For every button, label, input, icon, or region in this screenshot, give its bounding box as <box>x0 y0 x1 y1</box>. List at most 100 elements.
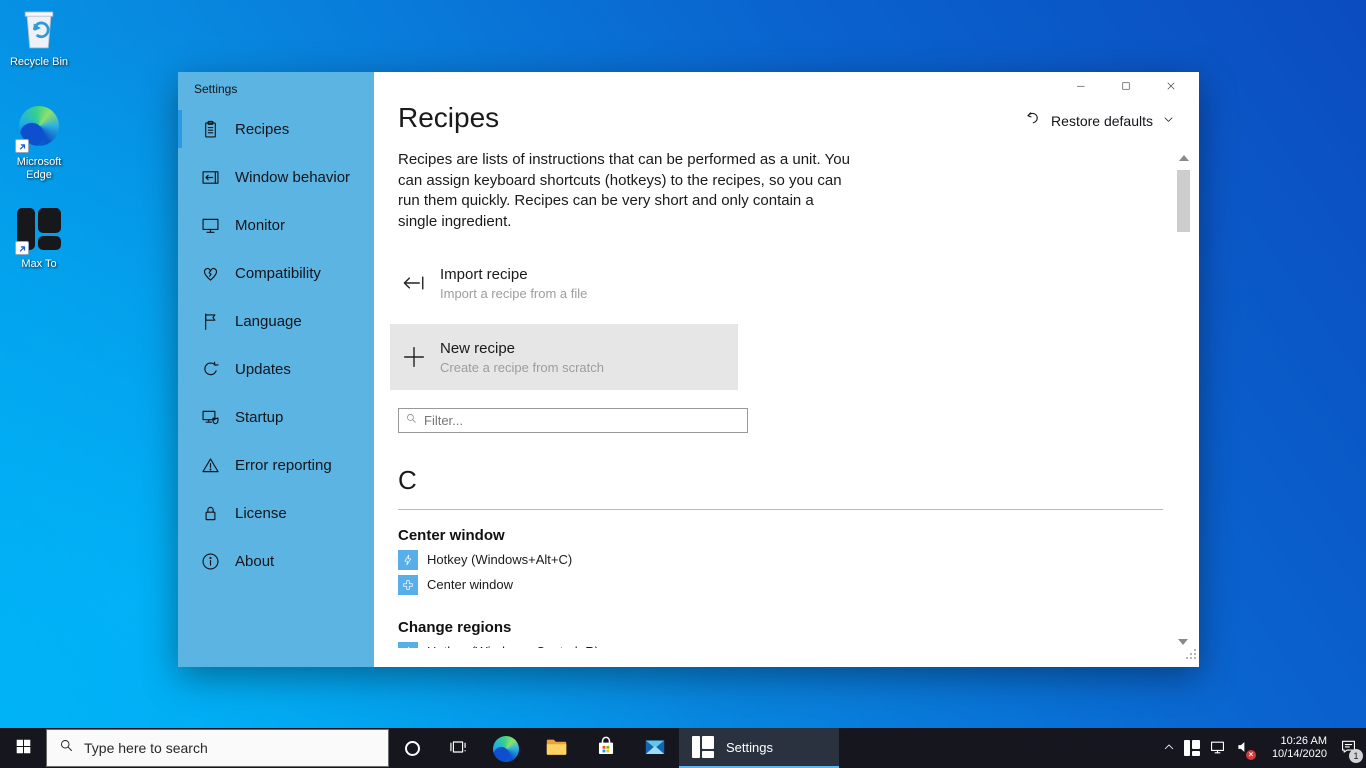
hotkey-icon <box>398 549 418 570</box>
task-view-icon <box>448 737 468 760</box>
task-view-button[interactable] <box>435 728 481 768</box>
tray-volume-button[interactable]: × <box>1235 738 1256 760</box>
taskbar-app-label: Settings <box>726 739 773 755</box>
sidebar-item-label: Updates <box>235 360 291 378</box>
restore-defaults-label: Restore defaults <box>1051 112 1153 129</box>
edge-icon <box>493 736 519 762</box>
recipe-group-change-regions: Change regions Hotkey (Windows+Control+R) <box>398 619 1163 648</box>
section-letter: C <box>398 465 417 495</box>
desktop-icon-max-to[interactable]: Max To <box>3 206 75 271</box>
window-title: Settings <box>194 82 238 96</box>
plus-icon <box>399 343 429 371</box>
sidebar-item-window-behavior[interactable]: Window behavior <box>178 153 374 201</box>
start-button[interactable] <box>0 728 46 768</box>
sidebar-item-recipes[interactable]: Recipes <box>178 105 374 153</box>
taskbar-clock[interactable]: 10:26 AM 10/14/2020 <box>1265 735 1327 761</box>
sidebar-item-language[interactable]: Language <box>178 297 374 345</box>
scrollbar-thumb[interactable] <box>1177 170 1190 232</box>
import-recipe-button[interactable]: Import recipe Import a recipe from a file <box>390 250 738 316</box>
clock-time: 10:26 AM <box>1280 735 1327 747</box>
settings-window: Settings Recipes Window behavior Monitor Co… <box>178 72 1199 667</box>
sidebar-item-label: About <box>235 552 275 570</box>
page-title: Recipes <box>398 102 500 133</box>
scroll-up-arrow[interactable] <box>1178 155 1189 161</box>
store-button[interactable] <box>581 728 631 768</box>
desktop-icon-label: Microsoft Edge <box>16 156 62 181</box>
action-subtitle: Import a recipe from a file <box>440 285 588 301</box>
new-recipe-button[interactable]: New recipe Create a recipe from scratch <box>390 324 738 390</box>
restore-defaults-button[interactable]: Restore defaults <box>1024 110 1175 131</box>
desktop-icon-recycle-bin[interactable]: Recycle Bin <box>3 6 75 69</box>
windows-logo-icon <box>15 738 32 758</box>
sidebar-item-label: License <box>235 504 287 522</box>
shortcut-arrow-icon <box>15 241 29 255</box>
recipe-step-label: Center window <box>427 577 513 592</box>
maxto-app-icon <box>692 736 714 758</box>
filter-box <box>398 408 748 433</box>
tray-chevron-up-button[interactable] <box>1162 740 1176 757</box>
action-subtitle: Create a recipe from scratch <box>440 359 605 375</box>
recipe-name: Center window <box>398 527 505 544</box>
taskbar-search <box>46 729 389 767</box>
file-explorer-button[interactable] <box>531 728 581 768</box>
edge-icon <box>15 106 62 153</box>
close-button[interactable] <box>1148 72 1193 102</box>
heart-icon <box>198 261 222 285</box>
page-description: Recipes are lists of instructions that c… <box>398 151 850 230</box>
action-center-button[interactable]: 1 <box>1339 737 1363 763</box>
maximize-button[interactable] <box>1103 72 1148 102</box>
sidebar-item-license[interactable]: License <box>178 489 374 537</box>
taskbar-search-input[interactable] <box>84 740 388 756</box>
filter-input[interactable] <box>424 413 747 428</box>
sidebar-item-updates[interactable]: Updates <box>178 345 374 393</box>
search-icon <box>59 738 74 758</box>
taskbar-settings-app-button[interactable]: Settings <box>679 728 839 768</box>
recipe-step[interactable]: Hotkey (Windows+Control+R) <box>398 639 1163 648</box>
tray-network-button[interactable] <box>1208 737 1227 759</box>
warning-icon <box>198 453 222 477</box>
desktop-icon-label: Recycle Bin <box>9 56 69 68</box>
cortana-button[interactable] <box>389 728 435 768</box>
action-title: New recipe <box>440 339 516 357</box>
sidebar-item-label: Monitor <box>235 216 286 234</box>
search-icon <box>405 412 418 430</box>
flag-icon <box>198 309 222 333</box>
desktop-icon-microsoft-edge[interactable]: Microsoft Edge <box>3 104 75 182</box>
recipe-step[interactable]: Hotkey (Windows+Alt+C) <box>398 547 1163 572</box>
sidebar-item-error-reporting[interactable]: Error reporting <box>178 441 374 489</box>
undo-icon <box>1024 110 1042 131</box>
sidebar-item-compatibility[interactable]: Compatibility <box>178 249 374 297</box>
refresh-icon <box>198 357 222 381</box>
scroll-down-arrow[interactable] <box>1178 639 1188 645</box>
recipe-step[interactable]: Center window <box>398 572 1163 597</box>
maxto-tray-icon <box>1184 740 1200 756</box>
mail-icon <box>642 734 668 763</box>
action-title: Import recipe <box>440 265 528 283</box>
network-icon <box>1208 737 1227 759</box>
mail-button[interactable] <box>631 728 679 768</box>
clock-date: 10/14/2020 <box>1271 748 1327 760</box>
section-divider <box>398 509 1163 510</box>
close-icon <box>1165 80 1177 95</box>
system-tray: × 10:26 AM 10/14/2020 1 <box>1162 728 1366 768</box>
sidebar-item-startup[interactable]: Startup <box>178 393 374 441</box>
notification-badge: 1 <box>1349 749 1363 763</box>
store-icon <box>593 734 619 763</box>
resize-grip[interactable] <box>1185 647 1197 665</box>
edge-taskbar-button[interactable] <box>481 728 531 768</box>
center-window-icon <box>398 574 418 595</box>
info-icon <box>198 549 222 573</box>
sidebar-item-label: Window behavior <box>235 168 351 186</box>
sidebar-item-label: Startup <box>235 408 284 426</box>
desktop-icon-label: Max To <box>21 258 57 270</box>
sidebar-item-monitor[interactable]: Monitor <box>178 201 374 249</box>
shortcut-arrow-icon <box>15 139 29 153</box>
sidebar-item-about[interactable]: About <box>178 537 374 585</box>
window-arrow-icon <box>198 165 222 189</box>
folder-icon <box>543 734 569 763</box>
recipe-groups: Center window Hotkey (Windows+Alt+C) Cente… <box>398 527 1163 648</box>
minimize-button[interactable] <box>1058 72 1103 102</box>
taskbar: Settings × 10:26 AM 10/14/2020 1 <box>0 728 1366 768</box>
tray-maxto-button[interactable] <box>1184 740 1200 756</box>
chevron-down-icon <box>1162 113 1175 129</box>
